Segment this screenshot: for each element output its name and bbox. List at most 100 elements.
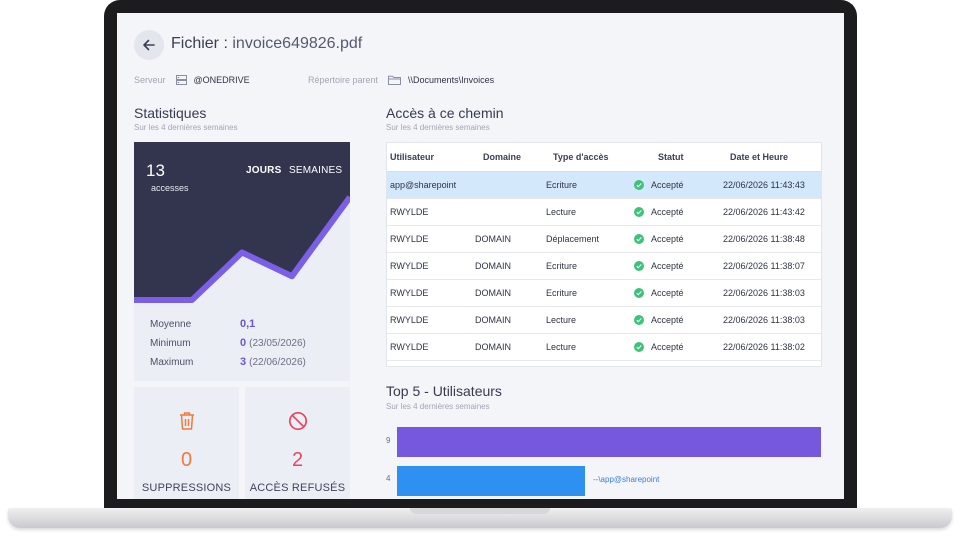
stat-maximum: Maximum 3 (22/06/2026) (150, 356, 306, 368)
average-value: 0,1 (240, 318, 256, 330)
back-button[interactable] (134, 30, 164, 60)
table-row[interactable]: RWYLDE DOMAIN Ecriture Accepté 22/06/202… (387, 280, 821, 307)
access-table: Utilisateur Domaine Type d'accès Statut … (386, 142, 822, 367)
cell-user: RWYLDE (390, 234, 429, 244)
cell-type: Lecture (546, 207, 577, 217)
table-row[interactable]: RWYLDE Lecture Accepté 22/06/2026 11:43:… (387, 199, 821, 226)
maximum-value: 3 (240, 356, 247, 368)
cell-status: Accepté (634, 226, 684, 252)
forbidden-icon (245, 411, 350, 431)
bar-value: 4 (386, 474, 391, 483)
cell-type: Lecture (546, 315, 577, 325)
user-bar[interactable] (397, 427, 821, 457)
deletions-label: SUPPRESSIONS (141, 482, 232, 494)
cell-domain: DOMAIN (475, 288, 511, 298)
check-icon (634, 207, 644, 217)
check-icon (634, 180, 644, 190)
col-domain[interactable]: Domaine (483, 143, 521, 171)
col-type[interactable]: Type d'accès (553, 143, 609, 171)
table-row[interactable]: RWYLDE DOMAIN Lecture Accepté 22/06/2026… (387, 334, 821, 361)
minimum-date: (23/05/2026) (249, 337, 306, 349)
bar-value: 9 (386, 436, 391, 445)
parent-directory-info: Répertoire parent \\Documents\Invoices (308, 75, 494, 85)
top-users-subtitle: Sur les 4 dernières semaines (386, 402, 490, 411)
cell-user: app@sharepoint (390, 180, 457, 190)
arrow-left-icon (141, 37, 157, 53)
minimum-value: 0 (240, 337, 247, 349)
cell-datetime: 22/06/2026 11:38:02 (723, 342, 805, 352)
cell-type: Ecriture (546, 261, 578, 271)
status-text: Accepté (651, 180, 684, 190)
col-status[interactable]: Statut (658, 143, 684, 171)
status-text: Accepté (651, 261, 684, 271)
cell-type: Déplacement (546, 234, 600, 244)
cell-user: RWYLDE (390, 342, 429, 352)
status-text: Accepté (651, 207, 684, 217)
table-row[interactable]: app@sharepoint Ecriture Accepté 22/06/20… (387, 172, 821, 199)
cell-status: Accepté (634, 172, 684, 198)
cell-domain: DOMAIN (475, 342, 511, 352)
access-area-chart (134, 195, 350, 303)
check-icon (634, 342, 644, 352)
refused-value: 2 (291, 449, 304, 471)
stats-subtitle: Sur les 4 dernières semaines (134, 123, 238, 132)
table-row[interactable]: RWYLDE DOMAIN Lecture Accepté 22/06/2026… (387, 307, 821, 334)
parent-directory-label: Répertoire parent (308, 75, 379, 85)
cell-datetime: 22/06/2026 11:38:07 (723, 261, 805, 271)
table-row[interactable]: RWYLDE DOMAIN Déplacement Accepté 22/06/… (387, 226, 821, 253)
cell-user: RWYLDE (390, 315, 429, 325)
check-icon (634, 288, 644, 298)
table-row[interactable]: RWYLDE DOMAIN Ecriture Accepté 22/06/202… (387, 253, 821, 280)
average-label: Moyenne (150, 318, 192, 330)
status-text: Accepté (651, 288, 684, 298)
cell-status: Accepté (634, 307, 684, 333)
cell-user: RWYLDE (390, 288, 429, 298)
cell-status: Accepté (634, 334, 684, 360)
cell-status: Accepté (634, 253, 684, 279)
stats-chart-panel: 13 accesses JOURS SEMAINES (134, 142, 350, 303)
server-label: Serveur (134, 75, 166, 85)
cell-user: RWYLDE (390, 207, 429, 217)
page-title: Fichier : invoice649826.pdf (171, 35, 362, 53)
bar-user-name: --\app@sharepoint (593, 475, 660, 484)
cell-datetime: 22/06/2026 11:43:42 (723, 207, 805, 217)
title-prefix: Fichier : (171, 35, 228, 52)
maximum-label: Maximum (150, 356, 194, 368)
top-users-title: Top 5 - Utilisateurs (386, 383, 502, 399)
parent-directory-value: \\Documents\Invoices (408, 75, 495, 85)
cell-domain: DOMAIN (475, 234, 511, 244)
user-bar[interactable] (397, 466, 585, 496)
top-users-chart: 9 4 --\app@sharepoint (386, 427, 826, 499)
cell-type: Ecriture (546, 288, 578, 298)
deletions-value: 0 (180, 449, 193, 471)
minimum-label: Minimum (150, 337, 191, 349)
col-datetime[interactable]: Date et Heure (730, 143, 788, 171)
stats-card: 13 accesses JOURS SEMAINES Moyenne 0,1 M… (134, 142, 350, 381)
cell-datetime: 22/06/2026 11:43:43 (723, 180, 805, 190)
cell-type: Lecture (546, 342, 577, 352)
status-text: Accepté (651, 315, 684, 325)
access-title: Accès à ce chemin (386, 105, 504, 121)
refused-access-kpi: 2 ACCÈS REFUSÉS (245, 387, 350, 499)
cell-user: RWYLDE (390, 261, 429, 271)
stats-title: Statistiques (134, 105, 207, 121)
check-icon (634, 234, 644, 244)
file-name: invoice649826.pdf (232, 35, 363, 52)
table-header: Utilisateur Domaine Type d'accès Statut … (387, 143, 821, 172)
access-subtitle: Sur les 4 dernières semaines (386, 123, 490, 132)
laptop-notch (410, 508, 550, 514)
cell-status: Accepté (634, 280, 684, 306)
col-user[interactable]: Utilisateur (390, 143, 434, 171)
stat-average: Moyenne 0,1 (150, 318, 255, 330)
cell-status: Accepté (634, 199, 684, 225)
refused-label: ACCÈS REFUSÉS (249, 482, 346, 494)
server-icon (175, 75, 187, 85)
folder-icon (388, 75, 402, 85)
cell-datetime: 22/06/2026 11:38:03 (723, 288, 805, 298)
cell-datetime: 22/06/2026 11:38:03 (723, 315, 805, 325)
server-value: @ONEDRIVE (193, 75, 250, 85)
check-icon (634, 315, 644, 325)
cell-domain: DOMAIN (475, 261, 511, 271)
maximum-date: (22/06/2026) (249, 356, 306, 368)
deletions-kpi: 0 SUPPRESSIONS (134, 387, 239, 499)
